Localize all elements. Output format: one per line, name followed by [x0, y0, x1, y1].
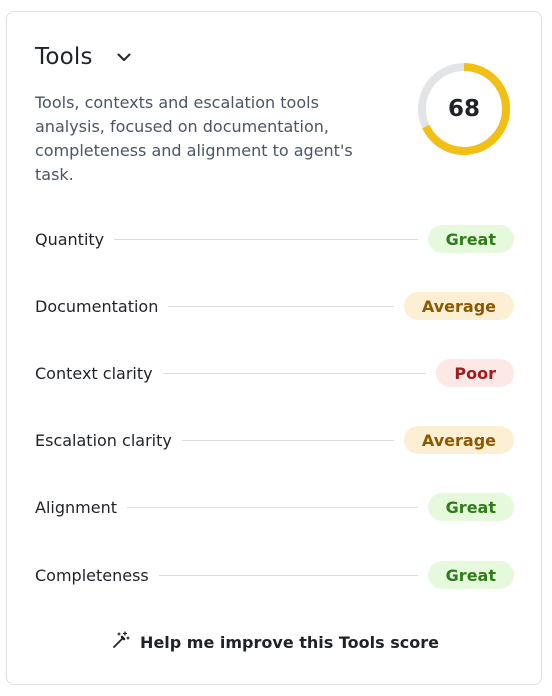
metric-label: Quantity	[35, 229, 105, 249]
metric-row-context-clarity: Context clarity Poor	[35, 358, 514, 388]
metric-label: Alignment	[35, 497, 117, 517]
card-title: Tools	[35, 44, 93, 70]
metric-label: Documentation	[35, 296, 159, 316]
tools-score-card: Tools Tools, contexts and escalation too…	[6, 11, 542, 685]
metric-divider	[126, 506, 418, 508]
card-description: Tools, contexts and escalation tools ana…	[35, 93, 353, 184]
metric-label: Escalation clarity	[35, 430, 172, 450]
rating-badge: Great	[427, 225, 514, 253]
metric-divider	[158, 574, 418, 576]
metric-row-documentation: Documentation Average	[35, 291, 514, 321]
rating-badge: Great	[427, 561, 514, 589]
card-header: Tools	[35, 42, 133, 72]
metric-label: Context clarity	[35, 363, 153, 383]
metric-row-alignment: Alignment Great	[35, 492, 514, 522]
score-gauge: 68	[416, 61, 512, 157]
metric-row-escalation-clarity: Escalation clarity Average	[35, 425, 514, 455]
rating-badge: Great	[427, 493, 514, 521]
rating-badge: Average	[403, 426, 514, 454]
improve-score-button[interactable]: Help me improve this Tools score	[7, 627, 543, 657]
rating-badge: Average	[403, 292, 514, 320]
score-value: 68	[447, 96, 480, 122]
magic-wand-icon	[111, 630, 131, 654]
improve-score-label: Help me improve this Tools score	[140, 632, 439, 652]
metric-divider	[181, 439, 394, 441]
metric-divider	[114, 238, 418, 240]
metric-divider	[162, 372, 427, 374]
metric-label: Completeness	[35, 565, 149, 585]
metric-divider	[168, 305, 394, 307]
metric-row-quantity: Quantity Great	[35, 224, 514, 254]
metric-row-completeness: Completeness Great	[35, 560, 514, 590]
rating-badge: Poor	[436, 359, 514, 387]
chevron-down-icon[interactable]	[115, 48, 133, 66]
